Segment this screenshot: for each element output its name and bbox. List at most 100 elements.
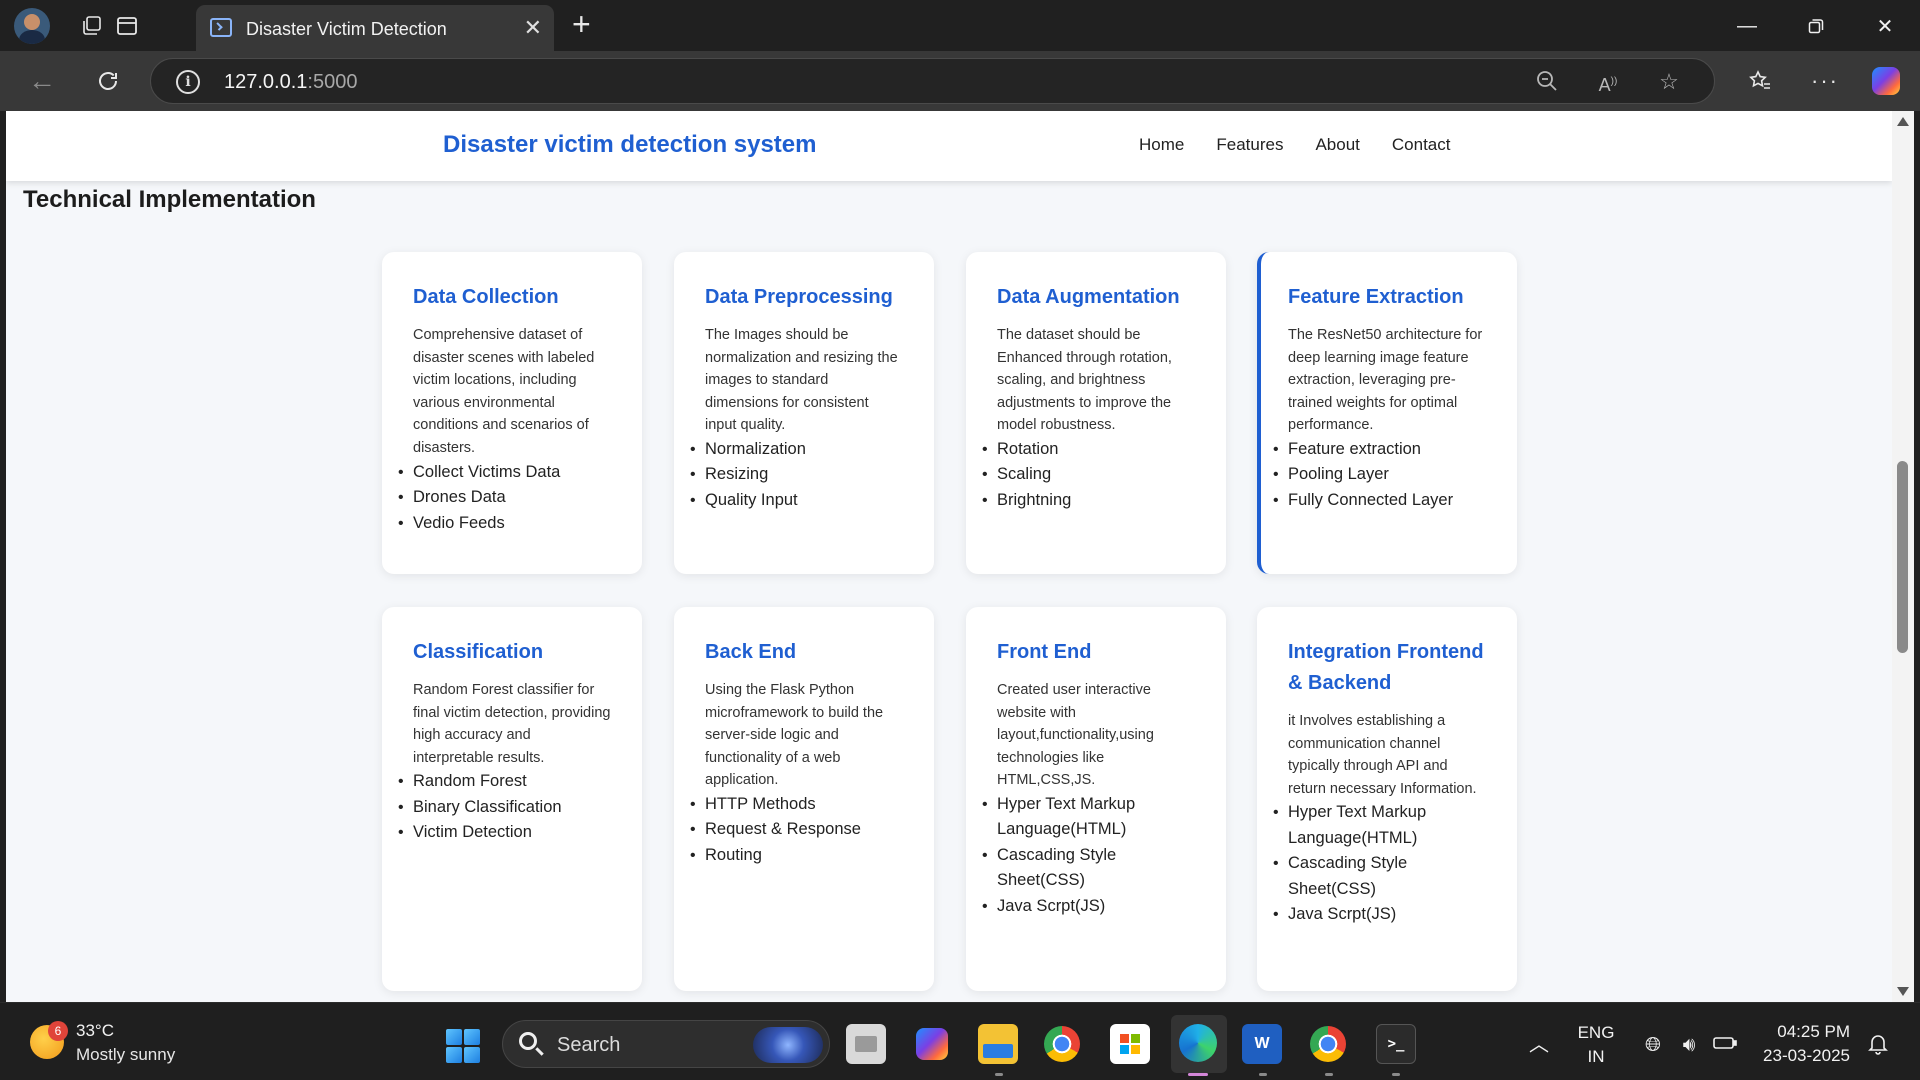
scrollbar-thumb[interactable] (1897, 461, 1908, 653)
card-data-augmentation: Data Augmentation The dataset should be … (966, 252, 1226, 574)
list-item: Hyper Text Markup Language(HTML) (1273, 800, 1487, 851)
list-item: Hyper Text Markup Language(HTML) (982, 792, 1196, 843)
card-title: Data Augmentation (997, 286, 1180, 308)
terminal-icon[interactable]: >_ (1376, 1024, 1416, 1064)
card-title: Integration Frontend & Backend (1288, 641, 1484, 694)
clock-date[interactable]: 23-03-2025 (1760, 1046, 1850, 1066)
file-explorer-icon[interactable] (978, 1024, 1018, 1064)
card-feature-list: HTTP Methods Request & Response Routing (690, 792, 904, 869)
volume-icon[interactable]: 🔊︎ (1677, 1033, 1701, 1057)
weather-description[interactable]: Mostly sunny (76, 1045, 175, 1065)
notifications-bell-icon[interactable] (1866, 1033, 1890, 1057)
card-feature-list: Feature extraction Pooling Layer Fully C… (1273, 437, 1487, 514)
list-item: Victim Detection (398, 820, 612, 846)
site-info-icon[interactable]: i (176, 70, 200, 94)
microsoft-store-icon[interactable] (1110, 1024, 1150, 1064)
card-data-preprocessing: Data Preprocessing The Images should be … (674, 252, 934, 574)
card-front-end: Front End Created user interactive websi… (966, 607, 1226, 991)
windows-taskbar: 6 33°C Mostly sunny Search W >_ ︿ ENG IN… (0, 1002, 1920, 1080)
card-feature-list: Collect Victims Data Drones Data Vedio F… (398, 460, 612, 537)
card-title: Feature Extraction (1288, 286, 1464, 308)
list-item: Brightning (982, 488, 1196, 514)
list-item: Drones Data (398, 485, 612, 511)
scroll-up-arrow-icon[interactable] (1897, 117, 1909, 126)
edge-browser-icon[interactable] (1179, 1024, 1217, 1062)
list-item: Feature extraction (1273, 437, 1487, 463)
site-nav: Home Features About Contact (1139, 135, 1482, 155)
start-button-icon[interactable] (446, 1029, 480, 1063)
list-item: Random Forest (398, 769, 612, 795)
back-arrow-icon[interactable]: ← (24, 63, 60, 99)
scroll-down-arrow-icon[interactable] (1897, 987, 1909, 996)
card-feature-list: Random Forest Binary Classification Vict… (398, 769, 612, 846)
page-scrollbar[interactable] (1892, 111, 1914, 1002)
card-back-end: Back End Using the Flask Python microfra… (674, 607, 934, 991)
close-tab-icon[interactable]: ✕ (524, 15, 542, 41)
list-item: Quality Input (690, 488, 904, 514)
card-title: Classification (413, 641, 544, 663)
nav-home[interactable]: Home (1139, 135, 1184, 155)
card-classification: Classification Random Forest classifier … (382, 607, 642, 991)
nav-features[interactable]: Features (1216, 135, 1283, 155)
card-description: it Involves establishing a communication… (1288, 713, 1477, 797)
profile-avatar[interactable] (14, 8, 50, 44)
list-item: Routing (690, 843, 904, 869)
weather-badge: 6 (48, 1021, 68, 1041)
card-feature-list: Normalization Resizing Quality Input (690, 437, 904, 514)
workspaces-icon[interactable] (75, 9, 109, 43)
network-globe-icon[interactable]: 🌐︎ (1641, 1033, 1665, 1057)
language-code[interactable]: ENG (1576, 1023, 1616, 1043)
list-item: Rotation (982, 437, 1196, 463)
restore-icon[interactable] (1793, 8, 1839, 44)
card-description: The ResNet50 architecture for deep learn… (1288, 327, 1483, 434)
chrome-profile-icon[interactable] (1310, 1026, 1346, 1062)
nav-contact[interactable]: Contact (1392, 135, 1451, 155)
nav-about[interactable]: About (1315, 135, 1359, 155)
list-item: HTTP Methods (690, 792, 904, 818)
battery-icon[interactable] (1713, 1033, 1737, 1057)
close-window-icon[interactable]: ✕ (1862, 8, 1908, 44)
copilot-app-icon[interactable] (912, 1024, 952, 1064)
card-title: Front End (997, 641, 1092, 663)
card-description: Random Forest classifier for final victi… (413, 682, 611, 766)
active-indicator (1188, 1073, 1208, 1076)
list-item: Binary Classification (398, 795, 612, 821)
more-options-icon[interactable]: ··· (1807, 63, 1843, 99)
chrome-icon[interactable] (1044, 1026, 1080, 1062)
taskbar-search[interactable]: Search (502, 1020, 830, 1068)
running-indicator (995, 1073, 1003, 1076)
favorite-star-icon[interactable]: ☆ (1656, 69, 1682, 95)
clock-time[interactable]: 04:25 PM (1760, 1022, 1850, 1042)
card-feature-list: Hyper Text Markup Language(HTML) Cascadi… (1273, 800, 1487, 928)
address-bar[interactable]: i 127.0.0.1:5000 A)) ☆ (150, 58, 1715, 104)
task-view-icon[interactable] (846, 1024, 886, 1064)
list-item: Cascading Style Sheet(CSS) (982, 843, 1196, 894)
show-hidden-icons-chevron-icon[interactable]: ︿ (1527, 1033, 1551, 1057)
running-indicator (1259, 1073, 1267, 1076)
section-title: Technical Implementation (23, 186, 316, 213)
vertical-tabs-icon[interactable] (110, 9, 144, 43)
tab-title: Disaster Victim Detection (246, 19, 447, 39)
list-item: Fully Connected Layer (1273, 488, 1487, 514)
language-region[interactable]: IN (1576, 1047, 1616, 1067)
copilot-icon[interactable] (1868, 63, 1904, 99)
terminal-favicon-icon (210, 18, 232, 37)
list-item: Resizing (690, 462, 904, 488)
minimize-icon[interactable]: — (1724, 8, 1770, 44)
running-indicator (1392, 1073, 1400, 1076)
list-item: Request & Response (690, 817, 904, 843)
site-brand[interactable]: Disaster victim detection system (443, 131, 817, 159)
page-viewport: Disaster victim detection system Home Fe… (6, 111, 1892, 1002)
weather-temperature[interactable]: 33°C (76, 1021, 114, 1041)
card-feature-extraction[interactable]: Feature Extraction The ResNet50 architec… (1257, 252, 1517, 574)
new-tab-icon[interactable]: + (572, 6, 591, 43)
zoom-out-icon[interactable] (1534, 69, 1560, 95)
favorites-icon[interactable] (1742, 63, 1778, 99)
refresh-icon[interactable] (90, 63, 126, 99)
tab-disaster-victim-detection[interactable]: Disaster Victim Detection ✕ (196, 5, 554, 51)
read-aloud-icon[interactable]: A)) (1595, 69, 1621, 95)
card-title: Data Preprocessing (705, 286, 893, 308)
word-icon[interactable]: W (1242, 1024, 1282, 1064)
list-item: Java Scrpt(JS) (982, 894, 1196, 920)
card-title: Data Collection (413, 286, 559, 308)
